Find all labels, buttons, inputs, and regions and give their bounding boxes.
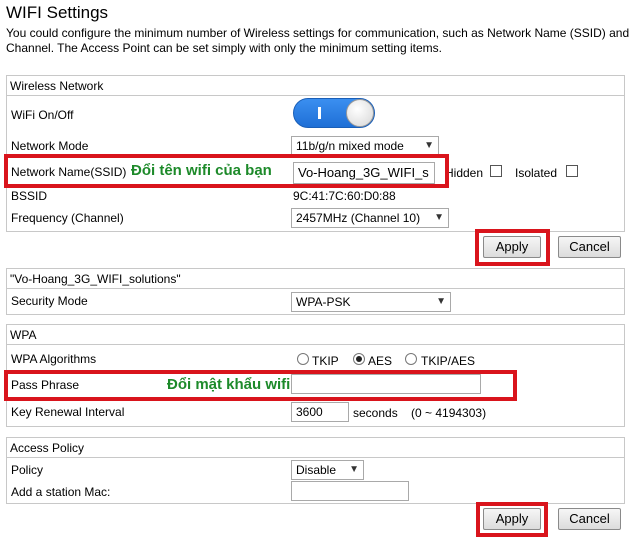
chevron-down-icon: ▼ [424, 140, 434, 151]
apply-bottom-highlight-box [476, 502, 548, 537]
security-mode-value: WPA-PSK [296, 295, 351, 309]
policy-value: Disable [296, 463, 337, 477]
policy-label: Policy [11, 463, 44, 477]
security-mode-select[interactable]: WPA-PSK ▼ [291, 292, 451, 312]
station-mac-input[interactable] [291, 481, 409, 501]
policy-select[interactable]: Disable ▼ [291, 460, 364, 480]
station-mac-label: Add a station Mac: [11, 485, 111, 499]
access-policy-section: Access Policy Policy Disable ▼ Add a sta… [6, 437, 625, 504]
page-description: You could configure the minimum number o… [6, 26, 630, 55]
aes-radio[interactable] [353, 353, 365, 365]
chevron-down-icon: ▼ [349, 464, 359, 475]
toggle-on-indicator [318, 107, 321, 119]
security-section: "Vo-Hoang_3G_WIFI_solutions" Security Mo… [6, 268, 625, 315]
security-mode-label: Security Mode [11, 294, 88, 308]
tkip-radio[interactable] [297, 353, 309, 365]
cancel-button-bottom[interactable]: Cancel [558, 508, 621, 530]
chevron-down-icon: ▼ [434, 212, 444, 223]
section-header: Wireless Network [7, 76, 624, 96]
hidden-label: Hidden [445, 166, 484, 180]
network-mode-select[interactable]: 11b/g/n mixed mode ▼ [291, 136, 439, 156]
wifi-onoff-label: WiFi On/Off [11, 108, 74, 122]
isolated-checkbox[interactable] [566, 165, 578, 177]
section-header: WPA [7, 325, 624, 345]
key-renewal-label: Key Renewal Interval [11, 405, 125, 419]
section-header: Access Policy [7, 438, 624, 458]
apply-highlight-box [475, 229, 550, 266]
wifi-toggle[interactable] [293, 98, 375, 128]
frequency-select[interactable]: 2457MHz (Channel 10) ▼ [291, 208, 449, 228]
network-mode-label: Network Mode [11, 139, 89, 153]
network-mode-value: 11b/g/n mixed mode [296, 139, 404, 153]
toggle-knob[interactable] [346, 99, 374, 127]
bssid-value: 9C:41:7C:60:D0:88 [293, 189, 396, 203]
ssid-highlight-box [4, 154, 449, 188]
key-renewal-input[interactable]: 3600 [291, 402, 349, 422]
tkip-label: TKIP [312, 354, 339, 368]
hidden-checkbox[interactable] [490, 165, 502, 177]
bssid-label: BSSID [11, 189, 48, 203]
frequency-label: Frequency (Channel) [11, 211, 124, 225]
isolated-label: Isolated [515, 166, 558, 180]
tkipaes-radio[interactable] [405, 353, 417, 365]
tkipaes-label: TKIP/AES [421, 354, 476, 368]
cancel-button[interactable]: Cancel [558, 236, 621, 258]
seconds-label: seconds [353, 406, 398, 420]
range-label: (0 ~ 4194303) [411, 406, 487, 420]
aes-label: AES [368, 354, 393, 368]
frequency-value: 2457MHz (Channel 10) [296, 211, 421, 225]
chevron-down-icon: ▼ [436, 296, 446, 307]
passphrase-highlight-box [4, 370, 517, 401]
page-title: WIFI Settings [6, 3, 109, 22]
section-header: "Vo-Hoang_3G_WIFI_solutions" [7, 269, 624, 289]
wpa-algorithms-label: WPA Algorithms [11, 352, 97, 366]
